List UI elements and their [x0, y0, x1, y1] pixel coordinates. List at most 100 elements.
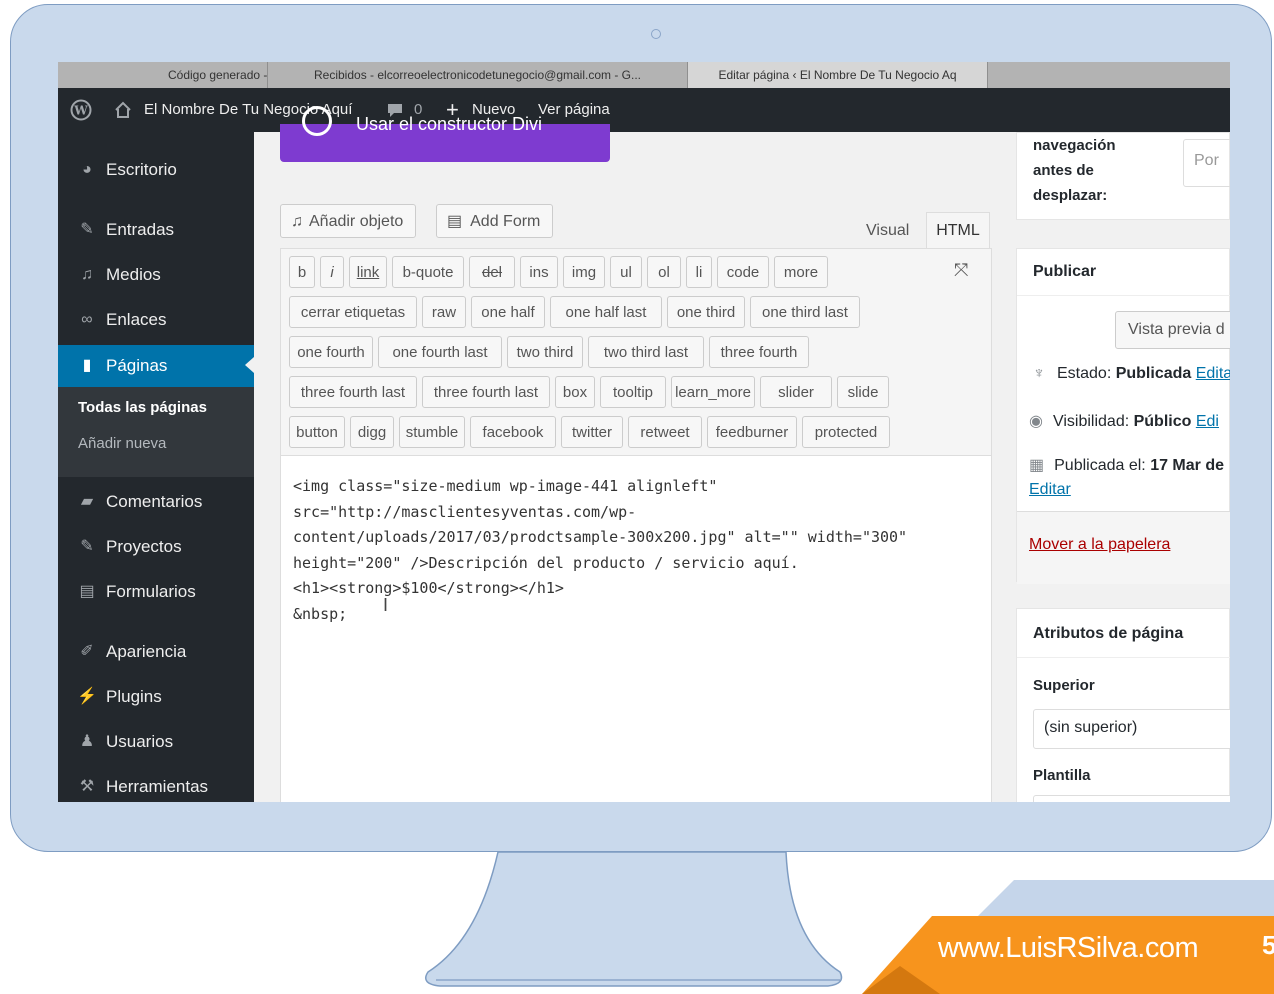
- parent-select-value: (sin superior): [1044, 719, 1138, 736]
- camera-dot: [651, 29, 661, 39]
- sidebar-item-label: Apariencia: [106, 642, 187, 661]
- quicktag-button[interactable]: twitter: [561, 416, 623, 448]
- quicktag-button[interactable]: raw: [422, 296, 466, 328]
- quicktag-button[interactable]: two third: [507, 336, 583, 368]
- sidebar-item-escritorio[interactable]: ◕ Escritorio: [58, 150, 254, 190]
- quicktag-button[interactable]: three fourth last: [289, 376, 417, 408]
- quicktag-button[interactable]: three fourth: [709, 336, 809, 368]
- quicktag-button[interactable]: ul: [610, 256, 642, 288]
- divi-builder-button[interactable]: Usar el constructor Divi: [280, 106, 610, 162]
- sidebar-item-label: Medios: [106, 265, 161, 284]
- quicktag-button[interactable]: ol: [647, 256, 681, 288]
- quicktag-button[interactable]: more: [774, 256, 828, 288]
- nav-settings-panel: navegación antes de desplazar: Por: [1016, 132, 1230, 220]
- tab-html[interactable]: HTML: [926, 212, 990, 248]
- quicktag-button[interactable]: one third last: [750, 296, 860, 328]
- quicktag-button[interactable]: li: [686, 256, 712, 288]
- nav-select[interactable]: Por: [1183, 139, 1230, 187]
- status-edit-link[interactable]: Edita: [1196, 365, 1230, 382]
- sidebar-item-herramientas[interactable]: ⚒ Herramientas: [58, 767, 254, 802]
- status-label: Estado:: [1057, 365, 1116, 382]
- sidebar-item-plugins[interactable]: ⚡ Plugins: [58, 677, 254, 717]
- home-icon[interactable]: [114, 88, 132, 132]
- html-editor-textarea[interactable]: <img class="size-medium wp-image-441 ali…: [280, 456, 992, 802]
- browser-tab[interactable]: Código generado - PayPal: [58, 62, 268, 88]
- quicktag-button[interactable]: cerrar etiquetas: [289, 296, 417, 328]
- browser-tab[interactable]: Recibidos - elcorreoelectronicodetunegoc…: [268, 62, 688, 88]
- quicktag-button[interactable]: one half last: [550, 296, 662, 328]
- sidebar-item-entradas[interactable]: ✎ Entradas: [58, 210, 254, 250]
- published-edit-link[interactable]: Editar: [1029, 481, 1071, 499]
- browser-tab-active[interactable]: Editar página ‹ El Nombre De Tu Negocio …: [688, 62, 988, 88]
- add-media-label: Añadir objeto: [309, 213, 404, 230]
- sidebar-item-formularios[interactable]: ▤ Formularios: [58, 572, 254, 612]
- status-row: ♆ Estado: Publicada Edita: [1033, 365, 1230, 383]
- sidebar-item-label: Escritorio: [106, 160, 177, 179]
- quicktag-button[interactable]: feedburner: [707, 416, 797, 448]
- sidebar-item-proyectos[interactable]: ✎ Proyectos: [58, 527, 254, 567]
- preview-button[interactable]: Vista previa d: [1115, 311, 1230, 349]
- quicktag-button[interactable]: img: [563, 256, 605, 288]
- quicktag-button[interactable]: protected: [802, 416, 890, 448]
- quicktag-button[interactable]: del: [469, 256, 515, 288]
- sidebar-item-enlaces[interactable]: ∞ Enlaces: [58, 300, 254, 340]
- quicktag-button[interactable]: box: [555, 376, 595, 408]
- quicktag-button[interactable]: one half: [471, 296, 545, 328]
- sidebar-item-usuarios[interactable]: ♟ Usuarios: [58, 722, 254, 762]
- quicktag-button[interactable]: tooltip: [600, 376, 666, 408]
- fullscreen-icon[interactable]: ⤧: [954, 260, 968, 281]
- sidebar-item-apariencia[interactable]: ✐ Apariencia: [58, 632, 254, 672]
- divi-button-label: Usar el constructor Divi: [356, 114, 543, 134]
- quicktag-button[interactable]: one third: [667, 296, 745, 328]
- quicktag-button[interactable]: b: [289, 256, 315, 288]
- quicktag-button[interactable]: b-quote: [392, 256, 464, 288]
- quicktag-button[interactable]: one fourth: [289, 336, 373, 368]
- sidebar-item-label: Entradas: [106, 220, 175, 239]
- sidebar-item-label: Plugins: [106, 687, 162, 706]
- add-form-button[interactable]: ▤ Add Form: [436, 204, 554, 238]
- quicktag-button[interactable]: link: [349, 256, 387, 288]
- admin-sidebar: ◕ Escritorio ✎ Entradas ♫ Medios ∞ Enlac…: [58, 132, 254, 802]
- submenu-all-pages[interactable]: Todas las páginas: [78, 399, 207, 416]
- preview-label: Vista previa d: [1128, 321, 1225, 338]
- submenu-add-new[interactable]: Añadir nueva: [78, 435, 166, 452]
- visibility-edit-link[interactable]: Edi: [1196, 413, 1219, 430]
- editor-line: height="200" />Descripción del producto …: [293, 553, 799, 572]
- divi-logo-icon: [302, 106, 332, 136]
- quicktag-button[interactable]: slide: [837, 376, 889, 408]
- nav-select-value: Por: [1194, 152, 1219, 169]
- wordpress-logo-icon[interactable]: W: [70, 88, 92, 132]
- quicktag-button[interactable]: two third last: [588, 336, 704, 368]
- visibility-label: Visibilidad:: [1052, 413, 1134, 430]
- quicktag-button[interactable]: retweet: [628, 416, 702, 448]
- quicktag-button[interactable]: ins: [520, 256, 558, 288]
- quicktag-button[interactable]: button: [289, 416, 345, 448]
- sidebar-item-medios[interactable]: ♫ Medios: [58, 255, 254, 295]
- quicktag-button[interactable]: facebook: [470, 416, 556, 448]
- add-media-button[interactable]: ♫ Añadir objeto: [280, 204, 417, 238]
- quicktag-button[interactable]: slider: [760, 376, 832, 408]
- calendar-icon: ▦: [1029, 457, 1045, 474]
- template-select[interactable]: [1033, 795, 1230, 802]
- sidebar-item-paginas[interactable]: ▮ Páginas: [58, 345, 254, 387]
- editor-line: content/uploads/2017/03/prodctsample-300…: [293, 528, 908, 546]
- pin-icon: ✎: [80, 221, 94, 238]
- status-value: Publicada: [1115, 365, 1192, 382]
- plug-icon: ⚡: [77, 688, 97, 705]
- parent-select[interactable]: (sin superior): [1033, 709, 1230, 749]
- quicktag-button[interactable]: digg: [350, 416, 394, 448]
- quicktag-button[interactable]: three fourth last: [422, 376, 550, 408]
- dashboard-icon: ◕: [82, 161, 92, 178]
- nav-label-line: navegación: [1033, 137, 1116, 154]
- quicktag-button[interactable]: i: [320, 256, 344, 288]
- tab-visual[interactable]: Visual: [866, 214, 909, 248]
- quicktag-button[interactable]: stumble: [399, 416, 465, 448]
- editor-line: src="http://masclientesyventas.com/wp-: [293, 502, 637, 521]
- sidebar-item-comentarios[interactable]: ▰ Comentarios: [58, 482, 254, 522]
- quicktag-button[interactable]: code: [717, 256, 769, 288]
- sidebar-item-label: Páginas: [106, 356, 168, 375]
- publish-box: Publicar Vista previa d ♆ Estado: Publica…: [1016, 248, 1230, 584]
- quicktag-button[interactable]: learn_more: [671, 376, 755, 408]
- trash-link[interactable]: Mover a la papelera: [1029, 536, 1170, 554]
- quicktag-button[interactable]: one fourth last: [378, 336, 502, 368]
